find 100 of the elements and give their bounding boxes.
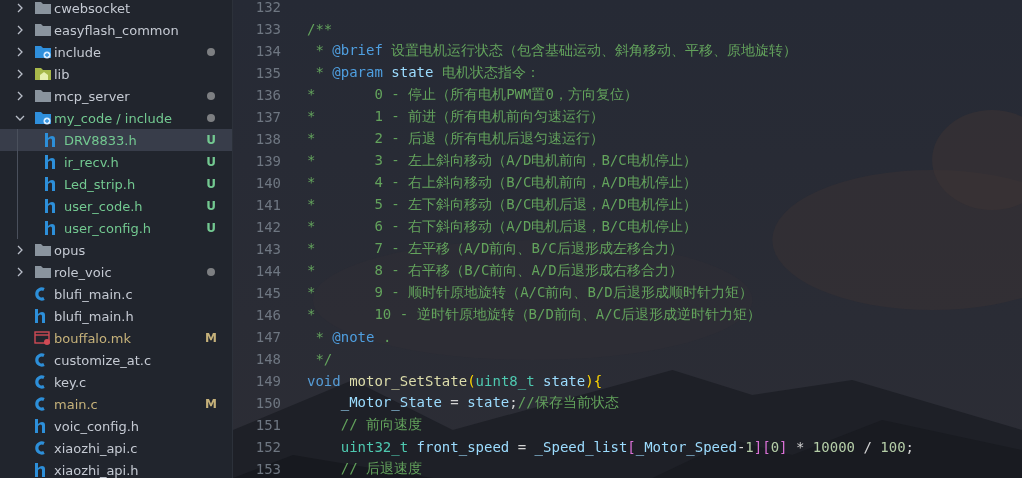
file-item[interactable]: user_code.h U: [0, 195, 232, 217]
file-name: user_code.h: [64, 198, 144, 214]
line-number: 138: [254, 131, 281, 147]
folder-item[interactable]: easyflash_common: [0, 19, 232, 41]
code-comment: * 6 - 右下斜向移动（A/D电机后退，B/C电机停止）: [307, 218, 697, 236]
file-name: user_config.h: [64, 220, 152, 236]
file-item[interactable]: Led_strip.h U: [0, 173, 232, 195]
code-comment: * 4 - 右上斜向移动（B/C电机前向，A/D电机停止）: [307, 174, 697, 192]
code-comment: * @param state 电机状态指令：: [314, 64, 540, 82]
folder-icon: [34, 23, 52, 37]
folder-item[interactable]: cwebsocket: [0, 0, 232, 19]
line-number: 135: [254, 65, 281, 81]
folder-icon: [34, 45, 52, 59]
folder-item[interactable]: include: [0, 41, 232, 63]
line-number: 137: [254, 109, 281, 125]
line-number: 146: [254, 307, 281, 323]
header-file-icon: [44, 198, 56, 214]
line-number: 147: [254, 329, 281, 345]
code-comment: // 后退速度: [339, 460, 422, 478]
line-number: 141: [254, 197, 281, 213]
file-item[interactable]: bouffalo.mk M: [0, 327, 232, 349]
header-file-icon: [44, 132, 56, 148]
git-status: M: [204, 331, 218, 345]
file-name: Led_strip.h: [64, 176, 137, 192]
code-comment: */: [314, 351, 333, 367]
code-comment: // 前向速度: [339, 416, 422, 434]
line-number: 142: [254, 219, 281, 235]
line-number: 145: [254, 285, 281, 301]
file-item[interactable]: blufi_main.c: [0, 283, 232, 305]
code-comment: * 10 - 逆时针原地旋转（B/D前向、A/C后退形成逆时针力矩）: [307, 306, 762, 324]
makefile-icon: [34, 330, 52, 346]
code-comment: * 9 - 顺时针原地旋转（A/C前向、B/D后退形成顺时针力矩）: [307, 284, 753, 302]
folder-name: easyflash_common: [54, 22, 180, 38]
git-status: U: [205, 155, 217, 169]
folder-item[interactable]: mcp_server: [0, 85, 232, 107]
line-number: 136: [254, 87, 281, 103]
folder-icon: [34, 265, 52, 279]
header-file-icon: [34, 308, 46, 324]
header-file-icon: [44, 220, 56, 236]
line-number: 133: [254, 21, 281, 37]
file-item[interactable]: ir_recv.h U: [0, 151, 232, 173]
code-comment: * 1 - 前进（所有电机前向匀速运行）: [307, 108, 605, 126]
line-number: 134: [254, 43, 281, 59]
folder-icon: [34, 67, 52, 81]
file-name: voic_config.h: [54, 418, 141, 434]
git-status: U: [205, 221, 217, 235]
file-name: DRV8833.h: [64, 132, 138, 148]
code-line: _Motor_State = state;//保存当前状态: [339, 394, 619, 412]
file-item[interactable]: DRV8833.h U: [0, 129, 232, 151]
file-item[interactable]: blufi_main.h: [0, 305, 232, 327]
git-status: U: [205, 177, 217, 191]
code-comment: * 2 - 后退（所有电机后退匀速运行）: [307, 130, 605, 148]
file-name: customize_at.c: [54, 352, 153, 368]
file-item[interactable]: xiaozhi_api.h: [0, 459, 232, 478]
line-number: 144: [254, 263, 281, 279]
file-name: blufi_main.c: [54, 286, 134, 302]
folder-item[interactable]: lib: [0, 63, 232, 85]
file-item[interactable]: main.c M: [0, 393, 232, 415]
c-file-icon: [34, 440, 46, 456]
file-name: bouffalo.mk: [54, 330, 133, 346]
git-status: U: [205, 133, 217, 147]
folder-name: cwebsocket: [54, 0, 132, 16]
line-number: 149: [254, 373, 281, 389]
folder-name: opus: [54, 242, 87, 258]
file-name: blufi_main.h: [54, 308, 135, 324]
file-item[interactable]: key.c: [0, 371, 232, 393]
c-file-icon: [34, 396, 46, 412]
git-status: U: [205, 199, 217, 213]
folder-item[interactable]: role_voic: [0, 261, 232, 283]
c-file-icon: [34, 352, 46, 368]
line-number: 132: [254, 0, 281, 15]
folder-name: include: [54, 44, 103, 60]
file-item[interactable]: user_config.h U: [0, 217, 232, 239]
code-line: uint32_t front_speed = _Speed_list[_Motor_Speed-1][0] * 10000 / 100;: [339, 439, 915, 455]
line-number: 140: [254, 175, 281, 191]
folder-icon: [34, 243, 52, 257]
file-item[interactable]: voic_config.h: [0, 415, 232, 437]
folder-name: lib: [54, 66, 71, 82]
code-line: void motor_SetState(uint8_t state){: [307, 373, 603, 389]
code-comment: * @brief 设置电机运行状态（包含基础运动、斜角移动、平移、原地旋转）: [314, 42, 798, 60]
file-name: xiaozhi_api.h: [54, 462, 140, 478]
file-item[interactable]: customize_at.c: [0, 349, 232, 371]
folder-icon: [34, 89, 52, 103]
folder-name: mcp_server: [54, 88, 131, 104]
folder-name: my_code / include: [54, 110, 173, 126]
c-file-icon: [34, 374, 46, 390]
folder-item[interactable]: my_code / include: [0, 107, 232, 129]
git-status: M: [204, 397, 218, 411]
folder-item[interactable]: opus: [0, 239, 232, 261]
header-file-icon: [34, 418, 46, 434]
line-number: 150: [254, 395, 281, 411]
code-comment: * 7 - 左平移（A/D前向、B/C后退形成左移合力）: [307, 240, 683, 258]
file-item[interactable]: xiaozhi_api.c: [0, 437, 232, 459]
code-comment: * @note .: [314, 329, 392, 345]
code-comment: * 0 - 停止（所有电机PWM置0，方向复位）: [307, 86, 638, 104]
file-name: main.c: [54, 396, 99, 412]
folder-icon: [34, 111, 52, 125]
line-number: 153: [254, 461, 281, 477]
line-number: 143: [254, 241, 281, 257]
line-number: 148: [254, 351, 281, 367]
